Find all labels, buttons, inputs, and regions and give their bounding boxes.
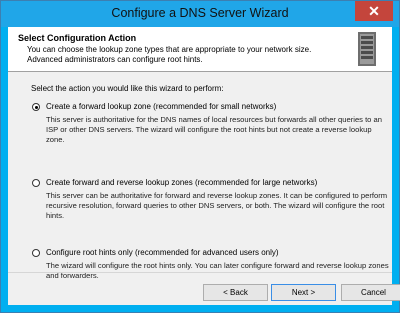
server-icon	[358, 32, 376, 66]
wizard-header: Select Configuration Action You can choo…	[8, 27, 392, 72]
option-label[interactable]: Create a forward lookup zone (recommende…	[46, 102, 276, 111]
option-label[interactable]: Configure root hints only (recommended f…	[46, 248, 279, 257]
window-title: Configure a DNS Server Wizard	[111, 6, 289, 20]
cancel-button[interactable]: Cancel	[341, 284, 400, 301]
radio-root-hints-only[interactable]	[32, 249, 40, 257]
back-button[interactable]: < Back	[203, 284, 268, 301]
action-prompt: Select the action you would like this wi…	[31, 84, 224, 93]
option-description: The wizard will configure the root hints…	[46, 261, 389, 280]
footer-divider	[8, 272, 392, 273]
close-button[interactable]: ✕	[355, 1, 393, 21]
next-button[interactable]: Next >	[271, 284, 336, 301]
radio-forward-reverse-zones[interactable]	[32, 179, 40, 187]
option-label[interactable]: Create forward and reverse lookup zones …	[46, 178, 317, 187]
wizard-client: Select Configuration Action You can choo…	[8, 27, 400, 305]
header-title: Select Configuration Action	[18, 33, 137, 43]
wizard-window: Configure a DNS Server Wizard ✕ Select C…	[0, 0, 400, 313]
option-description: This server can be authoritative for for…	[46, 191, 388, 220]
radio-forward-zone[interactable]	[32, 103, 40, 111]
header-description: You can choose the lookup zone types tha…	[27, 45, 312, 64]
option-description: This server is authoritative for the DNS…	[46, 115, 382, 144]
title-bar[interactable]: Configure a DNS Server Wizard ✕	[1, 1, 399, 27]
wizard-body: Select the action you would like this wi…	[8, 72, 392, 287]
